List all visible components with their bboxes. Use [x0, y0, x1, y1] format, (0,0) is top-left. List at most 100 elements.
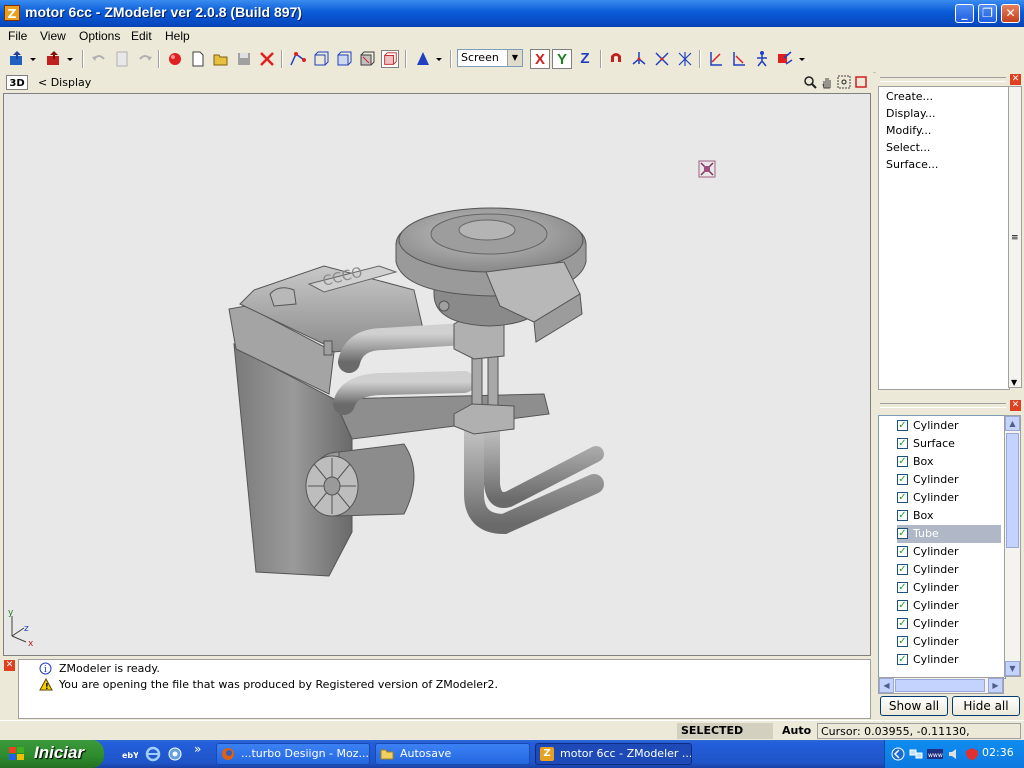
bones-figure-icon[interactable]	[753, 50, 771, 68]
cone-primitive-icon[interactable]	[414, 50, 432, 68]
ebay-quicklaunch-icon[interactable]: ebY	[122, 746, 138, 762]
zoom-icon[interactable]	[803, 75, 817, 89]
scroll-thumb[interactable]	[1006, 433, 1019, 548]
import-icon[interactable]	[8, 50, 26, 68]
panel-grip[interactable]	[880, 403, 1006, 408]
log-messages[interactable]: i ZModeler is ready. ! You are opening t…	[18, 659, 871, 719]
visibility-checkbox[interactable]: ✓	[897, 456, 908, 467]
viewport-breadcrumb[interactable]: < Display	[38, 76, 91, 89]
list-item[interactable]: ✓ Cylinder	[897, 417, 1001, 435]
object-list-vscrollbar[interactable]: ▲ ▼	[1004, 415, 1021, 677]
list-item[interactable]: ✓ Cylinder	[897, 597, 1001, 615]
minimize-button[interactable]: _	[955, 4, 974, 23]
helpers-icon[interactable]	[776, 50, 794, 68]
visibility-checkbox[interactable]: ✓	[897, 618, 908, 629]
command-select[interactable]: Select...	[886, 141, 930, 154]
hide-all-button[interactable]: Hide all	[952, 696, 1020, 716]
export-icon[interactable]	[45, 50, 63, 68]
command-create[interactable]: Create...	[886, 90, 933, 103]
scroll-down-icon[interactable]: ▼	[1005, 661, 1020, 676]
rotate-tool-icon[interactable]	[653, 50, 671, 68]
hierarchy-mode-icon[interactable]	[381, 50, 399, 68]
visibility-checkbox[interactable]: ✓	[897, 492, 908, 503]
tray-back-icon[interactable]	[891, 747, 905, 761]
list-item[interactable]: ✓ Cylinder	[897, 633, 1001, 651]
menu-view[interactable]: View	[40, 29, 66, 43]
menu-edit[interactable]: Edit	[131, 29, 152, 43]
list-item[interactable]: ✓ Cylinder	[897, 561, 1001, 579]
taskbar-clock[interactable]: 02:36	[982, 746, 1014, 759]
maximize-viewport-icon[interactable]	[854, 75, 868, 89]
vertex-mode-icon[interactable]	[289, 50, 307, 68]
scroll-grip-icon[interactable]: ≡	[1011, 233, 1019, 243]
zoom-extents-icon[interactable]	[837, 75, 851, 89]
menu-options[interactable]: Options	[79, 29, 120, 43]
internet-explorer-icon[interactable]	[145, 746, 161, 762]
visibility-checkbox[interactable]: ✓	[897, 528, 908, 539]
close-log-panel-icon[interactable]: ✕	[4, 660, 15, 671]
messenger-tray-icon[interactable]: www	[927, 747, 943, 761]
redo-icon[interactable]	[136, 50, 154, 68]
face-mode-icon[interactable]	[312, 50, 330, 68]
visibility-checkbox[interactable]: ✓	[897, 438, 908, 449]
chevron-down-icon[interactable]	[65, 50, 75, 68]
align-tool-icon[interactable]	[730, 50, 748, 68]
list-item[interactable]: ✓ Cylinder	[897, 471, 1001, 489]
show-all-button[interactable]: Show all	[880, 696, 948, 716]
object-mode-icon[interactable]	[335, 50, 353, 68]
group-mode-icon[interactable]	[358, 50, 376, 68]
taskbar-item-autosave[interactable]: Autosave	[375, 743, 530, 765]
viewport-mode-button[interactable]: 3D	[6, 75, 28, 90]
start-button[interactable]: Iniciar	[0, 740, 104, 768]
list-item[interactable]: ✓ Cylinder	[897, 579, 1001, 597]
scroll-down-icon[interactable]: ▼	[1011, 378, 1017, 387]
object-list-hscrollbar[interactable]: ◀ ▶	[878, 677, 1004, 694]
view-space-select[interactable]: Screen ▼	[457, 49, 523, 67]
axis-x-toggle[interactable]: X	[530, 49, 550, 69]
chevron-down-icon[interactable]	[28, 50, 38, 68]
visibility-checkbox[interactable]: ✓	[897, 654, 908, 665]
scroll-up-icon[interactable]: ▲	[1005, 416, 1020, 431]
move-tool-icon[interactable]	[630, 50, 648, 68]
command-surface[interactable]: Surface...	[886, 158, 938, 171]
snap-status[interactable]: Auto	[778, 723, 814, 739]
close-objects-panel-icon[interactable]: ✕	[1010, 400, 1021, 411]
new-file-icon[interactable]	[189, 50, 207, 68]
visibility-checkbox[interactable]: ✓	[897, 546, 908, 557]
command-display[interactable]: Display...	[886, 107, 935, 120]
panel-grip[interactable]	[880, 77, 1006, 82]
chevron-down-icon[interactable]: ▼	[507, 50, 522, 66]
list-item[interactable]: ✓ Cylinder	[897, 543, 1001, 561]
visibility-checkbox[interactable]: ✓	[897, 510, 908, 521]
taskbar-item-zmodeler[interactable]: Z motor 6cc - ZModeler ...	[535, 743, 692, 765]
chevron-down-icon[interactable]	[434, 50, 444, 68]
scroll-right-icon[interactable]: ▶	[988, 678, 1003, 693]
zmodeler-app-icon[interactable]: Z	[4, 5, 20, 21]
command-panel-scrollbar[interactable]: ≡ ▼	[1008, 86, 1022, 388]
magnet-icon[interactable]	[607, 50, 625, 68]
list-item[interactable]: ✓ Box	[897, 507, 1001, 525]
scroll-thumb[interactable]	[895, 679, 985, 692]
undo-list-icon[interactable]	[113, 50, 131, 68]
visibility-checkbox[interactable]: ✓	[897, 636, 908, 647]
delete-icon[interactable]	[258, 50, 276, 68]
save-icon[interactable]	[235, 50, 253, 68]
scroll-left-icon[interactable]: ◀	[879, 678, 894, 693]
visibility-checkbox[interactable]: ✓	[897, 474, 908, 485]
open-folder-icon[interactable]	[212, 50, 230, 68]
menu-file[interactable]: File	[8, 29, 27, 43]
security-tray-icon[interactable]	[965, 747, 979, 761]
chevron-down-icon[interactable]	[797, 50, 807, 68]
title-bar[interactable]: Z motor 6cc - ZModeler ver 2.0.8 (Build …	[0, 0, 1024, 27]
record-icon[interactable]	[166, 50, 184, 68]
visibility-checkbox[interactable]: ✓	[897, 582, 908, 593]
pan-hand-icon[interactable]	[820, 75, 834, 89]
engine-model-render[interactable]: CCCO y z x	[4, 94, 870, 655]
browser-quicklaunch-icon[interactable]	[167, 746, 183, 762]
visibility-checkbox[interactable]: ✓	[897, 600, 908, 611]
quicklaunch-more-icon[interactable]: »	[194, 742, 201, 756]
list-item[interactable]: ✓ Cylinder	[897, 615, 1001, 633]
undo-icon[interactable]	[90, 50, 108, 68]
3d-viewport[interactable]: CCCO y z x	[3, 93, 871, 656]
list-item[interactable]: ✓ Surface	[897, 435, 1001, 453]
